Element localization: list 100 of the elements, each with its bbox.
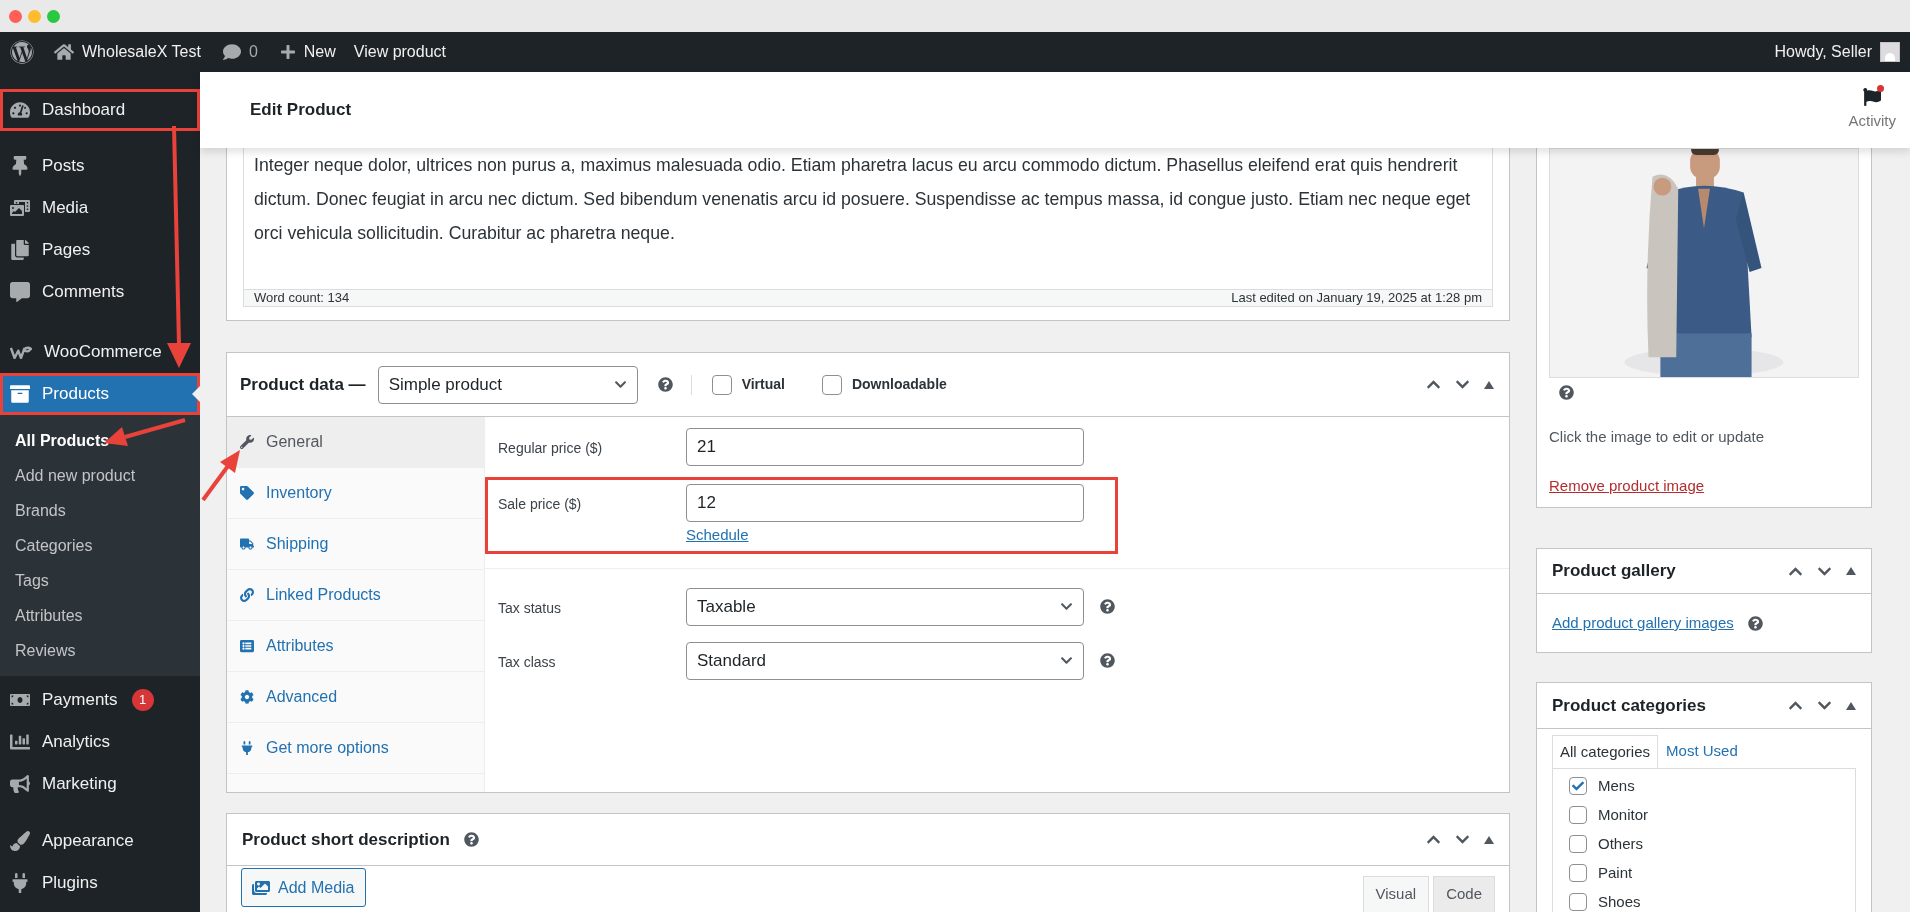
editor-tab[interactable]: Code [1433,876,1495,912]
sidebar-item[interactable]: Comments [0,271,200,313]
annotation-arrow [201,450,240,502]
megaphone-icon [10,774,30,794]
collapse-icon[interactable] [1484,380,1494,389]
truck-icon [240,537,254,551]
price-input[interactable]: 12 [686,484,1084,522]
sidebar-item[interactable]: Products [0,373,200,415]
panel-tab[interactable]: Inventory [227,468,484,519]
tag-icon [240,486,254,500]
price-input[interactable]: 21 [686,428,1084,466]
help-icon[interactable] [1100,599,1115,614]
product-type-select[interactable]: Simple product [377,365,638,404]
submenu-item[interactable]: Categories [0,528,200,563]
submenu-item[interactable]: All Products [0,423,200,458]
gear-icon [240,690,254,704]
field-label: Regular price ($) [498,439,604,458]
category-tab[interactable]: All categories [1552,735,1659,768]
new-link[interactable]: New [303,40,336,64]
panel-tab[interactable]: Linked Products [227,570,484,621]
logo-icon [10,345,32,359]
submenu-item[interactable]: Add new product [0,458,200,493]
field-label: Sale price ($) [498,495,583,514]
checkbox[interactable] [821,374,842,395]
gauge-icon [10,100,30,120]
view-product-link[interactable]: View product [353,40,446,64]
select-field[interactable]: Taxable [686,587,1084,626]
category-tab[interactable]: Most Used [1658,735,1746,768]
sidebar-item[interactable]: Appearance [0,820,200,862]
flag-icon [1863,87,1882,106]
comment-icon[interactable] [222,43,241,61]
page-title: Edit Product [250,99,352,122]
submenu-item[interactable]: Tags [0,563,200,598]
image-hint: Click the image to edit or update [1549,427,1766,447]
submenu-item[interactable]: Brands [0,493,200,528]
help-icon[interactable] [463,832,479,847]
comment-icon [10,282,30,302]
sidebar-item[interactable]: Marketing [0,763,200,805]
panel-title: Product short description [242,828,450,851]
add-media-button[interactable]: Add Media [241,868,366,907]
checkbox[interactable] [1569,806,1587,824]
panel-tab[interactable]: Advanced [227,672,484,723]
sidebar-item[interactable]: WooCommerce [0,331,200,373]
home-icon[interactable] [54,42,74,62]
activity-button[interactable]: Activity [1848,87,1896,133]
help-icon[interactable] [657,377,673,392]
category-label[interactable]: Shoes [1598,890,1641,912]
site-name-link[interactable]: WholesaleX Test [82,40,201,64]
plug-icon [10,873,30,893]
remove-image-link[interactable]: Remove product image [1549,474,1859,497]
collapse-icon[interactable] [1846,567,1856,575]
sidebar-item[interactable]: Analytics [0,721,200,763]
last-edited: Last edited on January 19, 2025 at 1:28 pm [1231,289,1482,308]
help-icon[interactable] [1747,615,1763,631]
list-icon [240,639,254,653]
greeting-link[interactable]: Howdy, Seller [1774,40,1872,64]
chevron-icon [613,378,627,391]
panel-tab[interactable]: General [227,417,484,468]
checkbox[interactable] [1569,777,1587,795]
help-icon[interactable] [1559,385,1574,400]
bar-chart-icon [10,732,30,752]
field-label: Tax status [498,598,563,618]
wrench-icon [240,435,254,449]
comment-count[interactable]: 0 [248,40,258,64]
option-label[interactable]: Downloadable [851,374,947,395]
checkbox[interactable] [711,374,732,395]
category-label[interactable]: Monitor [1598,803,1649,827]
category-label[interactable]: Others [1598,832,1643,856]
checkbox[interactable] [1569,893,1587,911]
category-label[interactable]: Mens [1598,774,1635,798]
plug-icon [240,741,254,755]
sidebar-item[interactable]: Dashboard [0,89,200,131]
submenu-item[interactable]: Reviews [0,633,200,668]
sidebar-item[interactable]: Posts [0,145,200,187]
media-icon [10,198,30,218]
collapse-icon[interactable] [1484,835,1494,844]
sidebar-item[interactable]: Payments 1 [0,679,200,721]
collapse-icon[interactable] [1846,701,1856,710]
panel-tab[interactable]: Attributes [227,621,484,672]
category-label[interactable]: Paint [1598,861,1633,885]
sidebar-item[interactable]: Media [0,187,200,229]
checkbox[interactable] [1569,835,1587,853]
site-logo-icon[interactable] [10,40,34,64]
option-label[interactable]: Virtual [741,374,785,395]
schedule-link[interactable]: Schedule [686,524,749,547]
panel-tab[interactable]: Shipping [227,519,484,570]
chevron-icon [1060,654,1073,667]
panel-tab[interactable]: Get more options [227,723,484,774]
submenu-item[interactable]: Attributes [0,598,200,633]
editor-tab[interactable]: Visual [1362,876,1430,912]
checkbox[interactable] [1569,864,1587,882]
sidebar-item[interactable]: Pages [0,229,200,271]
select-field[interactable]: Standard [686,641,1084,680]
panel-title: Product categories [1552,694,1706,717]
add-gallery-link[interactable]: Add product gallery images [1552,611,1734,635]
word-count: Word count: 134 [254,289,350,308]
sidebar-item[interactable]: Plugins [0,862,200,904]
help-icon[interactable] [1100,653,1115,668]
panel-title: Product data — [240,373,366,396]
plus-icon[interactable] [279,44,296,60]
